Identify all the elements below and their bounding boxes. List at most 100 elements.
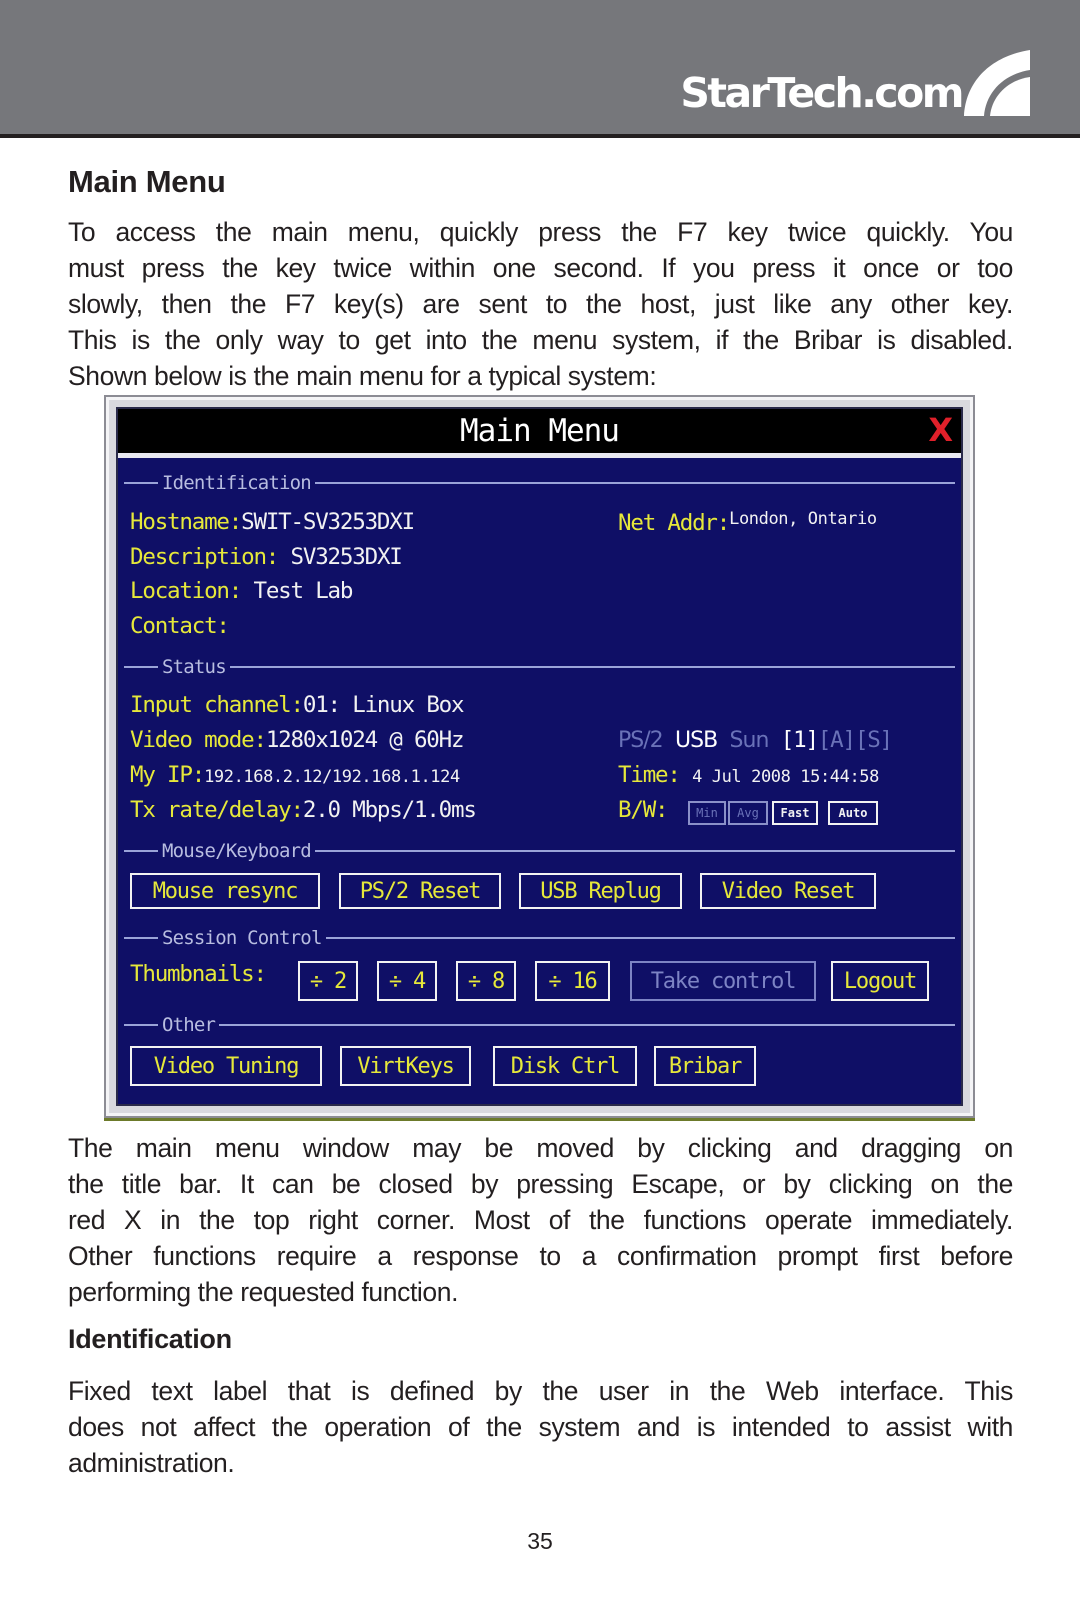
- page-number: 35: [527, 1528, 553, 1554]
- contact-row: Contact:: [130, 613, 230, 639]
- my-ip-row: My IP:192.168.2.12/192.168.1.124: [130, 762, 460, 788]
- video-mode-value: 1280x1024 @ 60Hz: [265, 727, 465, 753]
- mouse-resync-button[interactable]: Mouse resync: [130, 873, 320, 909]
- startech-logo: StarTech.com: [680, 50, 1030, 116]
- intro-paragraph: To access the main menu, quickly press t…: [68, 214, 1013, 394]
- indicator-caps-lock: [A]: [817, 727, 856, 753]
- my-ip-value: 192.168.2.12/192.168.1.124: [204, 767, 460, 787]
- my-ip-label: My IP:: [130, 762, 205, 788]
- text-line: Other functions require a response to a …: [68, 1241, 1013, 1271]
- description-row: Description: SV3253DXI: [130, 544, 403, 570]
- tx-rate-label: Tx rate/delay:: [130, 797, 304, 823]
- virtkeys-button[interactable]: VirtKeys: [340, 1046, 471, 1086]
- section-label: Session Control: [162, 927, 322, 949]
- bw-avg-button[interactable]: Avg: [728, 801, 768, 825]
- text-line: To access the main menu, quickly press t…: [68, 217, 1013, 247]
- text-line: slowly, then the F7 key(s) are sent to t…: [68, 289, 1013, 319]
- location-row: Location: Test Lab: [130, 578, 353, 604]
- divider: [314, 482, 955, 484]
- section-identification: Identification: [124, 472, 955, 494]
- bw-auto-button[interactable]: Auto: [828, 801, 878, 825]
- text-line: red X in the top right corner. Most of t…: [68, 1205, 1013, 1235]
- tx-rate-row: Tx rate/delay:2.0 Mbps/1.0ms: [130, 797, 477, 823]
- section-mouse-keyboard: Mouse/Keyboard: [124, 840, 955, 862]
- divider: [124, 666, 158, 668]
- section-other: Other: [124, 1014, 955, 1036]
- text-line: performing the requested function.: [68, 1277, 459, 1307]
- text-line: administration.: [68, 1448, 235, 1478]
- time-row: Time: 4 Jul 2008 15:44:58: [618, 762, 879, 788]
- location-value: Test Lab: [253, 578, 353, 604]
- video-tuning-button[interactable]: Video Tuning: [130, 1046, 322, 1086]
- video-reset-button[interactable]: Video Reset: [700, 873, 876, 909]
- time-label: Time:: [618, 762, 681, 788]
- contact-label: Contact:: [130, 613, 230, 639]
- hostname-row: Hostname:SWIT-SV3253DXI: [130, 509, 415, 535]
- bandwidth-row: B/W:: [618, 797, 669, 823]
- hostname-value: SWIT-SV3253DXI: [241, 509, 415, 535]
- section-label: Identification: [162, 472, 312, 494]
- bandwidth-label: B/W:: [618, 797, 669, 823]
- text-line: the title bar. It can be closed by press…: [68, 1169, 1013, 1199]
- text-line: The main menu window may be moved by cli…: [68, 1133, 1013, 1163]
- divider: [124, 1024, 158, 1026]
- subsection-title: Identification: [68, 1324, 232, 1354]
- text-line: Shown below is the main menu for a typic…: [68, 361, 657, 391]
- video-mode-row: Video mode:1280x1024 @ 60Hz: [130, 727, 465, 753]
- take-control-button[interactable]: Take control: [630, 961, 816, 1001]
- thumbnail-div4-button[interactable]: ÷ 4: [377, 961, 437, 1001]
- location-label: Location:: [130, 578, 242, 604]
- usb-replug-button[interactable]: USB Replug: [519, 873, 682, 909]
- main-menu-screenshot: Main Menu X Identification Hostname:SWIT…: [104, 395, 975, 1118]
- section-label: Status: [162, 656, 227, 678]
- window-behavior-paragraph: The main menu window may be moved by cli…: [68, 1130, 1013, 1310]
- hostname-label: Hostname:: [130, 509, 242, 535]
- time-value: 4 Jul 2008 15:44:58: [692, 767, 879, 787]
- description-label: Description:: [130, 544, 279, 570]
- divider: [124, 937, 158, 939]
- input-channel-value: 01: Linux Box: [302, 692, 465, 718]
- thumbnail-div8-button[interactable]: ÷ 8: [456, 961, 516, 1001]
- net-addr-value: London, Ontario: [729, 509, 877, 529]
- input-channel-row: Input channel:01: Linux Box: [130, 692, 465, 718]
- kbd-type-ps2: PS/2: [618, 728, 664, 753]
- title-bar[interactable]: Main Menu X: [118, 409, 961, 458]
- disk-ctrl-button[interactable]: Disk Ctrl: [493, 1046, 637, 1086]
- thumbnail-div2-button[interactable]: ÷ 2: [298, 961, 358, 1001]
- section-label: Mouse/Keyboard: [162, 840, 312, 862]
- thumbnails-row: Thumbnails:: [130, 961, 267, 987]
- section-status: Status: [124, 656, 955, 678]
- divider: [124, 482, 158, 484]
- logout-button[interactable]: Logout: [831, 961, 929, 1001]
- video-mode-label: Video mode:: [130, 727, 267, 753]
- ps2-reset-button[interactable]: PS/2 Reset: [339, 873, 501, 909]
- thumbnail-div16-button[interactable]: ÷ 16: [535, 961, 610, 1001]
- text-line: must press the key twice within one seco…: [68, 253, 1013, 283]
- keyboard-type-row: PS/2 USB Sun [1][A][S]: [618, 727, 893, 753]
- bw-min-button[interactable]: Min: [688, 801, 726, 825]
- tx-rate-value: 2.0 Mbps/1.0ms: [302, 797, 477, 823]
- text-line: does not affect the operation of the sys…: [68, 1412, 1013, 1442]
- header-bar: StarTech.com: [0, 0, 1080, 138]
- brand-name: StarTech.com: [680, 69, 964, 117]
- bribar-button[interactable]: Bribar: [654, 1046, 756, 1086]
- input-channel-label: Input channel:: [130, 692, 304, 718]
- divider: [325, 937, 955, 939]
- window-title: Main Menu: [460, 413, 620, 449]
- indicator-num-lock: [1]: [780, 727, 819, 753]
- divider: [314, 850, 955, 852]
- divider: [229, 666, 955, 668]
- close-icon[interactable]: X: [928, 411, 953, 449]
- net-addr-label: Net Addr:: [618, 510, 730, 536]
- indicator-scroll-lock: [S]: [854, 727, 893, 753]
- divider: [219, 1024, 955, 1026]
- text-line: Fixed text label that is defined by the …: [68, 1376, 1013, 1406]
- section-title: Main Menu: [68, 164, 226, 199]
- kbd-type-usb: USB: [675, 728, 718, 753]
- kbd-type-sun: Sun: [729, 728, 770, 753]
- section-session-control: Session Control: [124, 927, 955, 949]
- divider: [124, 850, 158, 852]
- bw-fast-button[interactable]: Fast: [772, 801, 818, 825]
- net-addr-row: Net Addr:London, Ontario: [618, 509, 877, 536]
- section-label: Other: [162, 1014, 216, 1036]
